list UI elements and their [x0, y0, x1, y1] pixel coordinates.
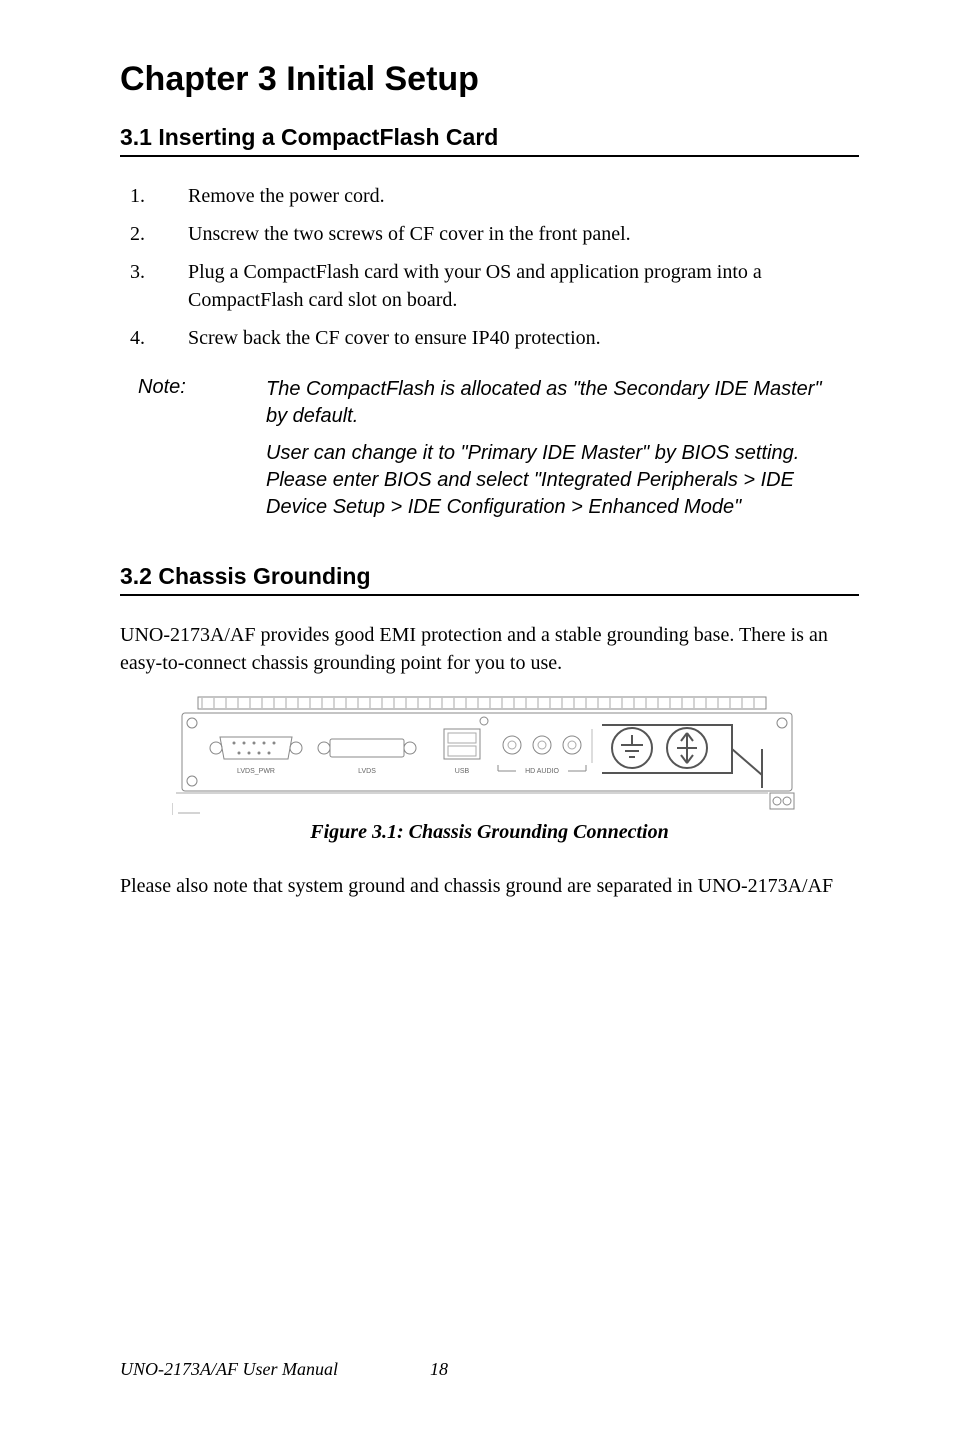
step-text: Remove the power cord.: [188, 182, 859, 210]
lvds-label: LVDS: [358, 768, 376, 775]
steps-list: 1. Remove the power cord. 2. Unscrew the…: [130, 182, 859, 352]
note-label: Note:: [138, 376, 266, 531]
lvds-pwr-label: LVDS_PWR: [237, 768, 275, 775]
step-number: 3.: [130, 258, 188, 314]
section-3-1-heading: 3.1 Inserting a CompactFlash Card: [120, 124, 859, 157]
usb-label: USB: [455, 768, 470, 775]
note-body: The CompactFlash is allocated as "the Se…: [266, 376, 834, 531]
hd-audio-label: HD AUDIO: [525, 768, 559, 775]
step-text: Unscrew the two screws of CF cover in th…: [188, 220, 859, 248]
usb-port: [444, 729, 480, 759]
footer: UNO-2173A/AF User Manual 18: [120, 1359, 859, 1380]
lvds-port: [318, 739, 416, 757]
step-text: Plug a CompactFlash card with your OS an…: [188, 258, 859, 314]
list-item: 4. Screw back the CF cover to ensure IP4…: [130, 324, 859, 352]
ground-icon: [612, 728, 652, 768]
figure-caption: Figure 3.1: Chassis Grounding Connection: [120, 821, 859, 844]
list-item: 1. Remove the power cord.: [130, 182, 859, 210]
chassis-diagram: LVDS_PWR LVDS USB HD AUDIO: [172, 693, 807, 821]
figure-3-1: LVDS_PWR LVDS USB HD AUDIO: [120, 693, 859, 844]
list-item: 2. Unscrew the two screws of CF cover in…: [130, 220, 859, 248]
step-text: Screw back the CF cover to ensure IP40 p…: [188, 324, 859, 352]
chapter-title: Chapter 3 Initial Setup: [120, 60, 859, 99]
step-number: 4.: [130, 324, 188, 352]
body-paragraph: Please also note that system ground and …: [120, 872, 859, 900]
body-paragraph: UNO-2173A/AF provides good EMI protectio…: [120, 621, 859, 677]
lvds-pwr-port: [210, 737, 302, 759]
footer-manual-title: UNO-2173A/AF User Manual: [120, 1359, 430, 1380]
footer-page-number: 18: [430, 1359, 500, 1380]
step-number: 2.: [130, 220, 188, 248]
note-paragraph: The CompactFlash is allocated as "the Se…: [266, 376, 834, 430]
note-block: Note: The CompactFlash is allocated as "…: [138, 376, 834, 531]
list-item: 3. Plug a CompactFlash card with your OS…: [130, 258, 859, 314]
step-number: 1.: [130, 182, 188, 210]
section-3-2-heading: 3.2 Chassis Grounding: [120, 563, 859, 596]
note-paragraph: User can change it to "Primary IDE Maste…: [266, 440, 834, 521]
hd-audio-ports: [503, 736, 581, 754]
arrow-icon: [667, 728, 707, 768]
